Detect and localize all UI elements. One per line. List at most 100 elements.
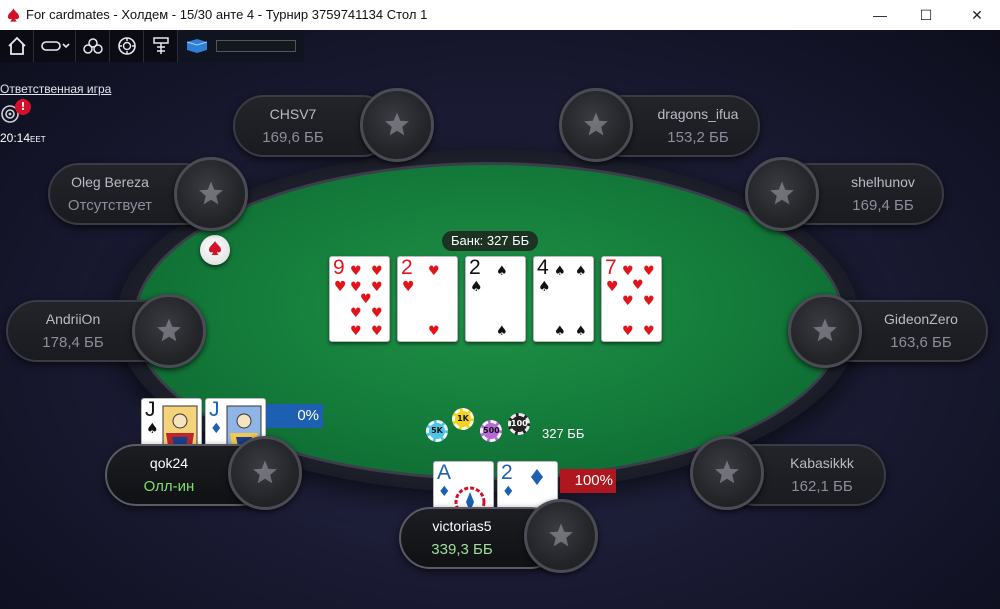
svg-text:♥: ♥ — [643, 264, 655, 279]
battery-icon — [186, 39, 208, 53]
card-rank: J — [209, 398, 220, 421]
player-avatar — [524, 499, 598, 573]
svg-text:♥: ♥ — [371, 280, 383, 295]
maximize-button[interactable]: ☐ — [903, 0, 949, 30]
svg-text:♥: ♥ — [428, 324, 440, 339]
star-avatar-icon — [199, 181, 223, 205]
svg-text:♠: ♠ — [554, 324, 566, 339]
svg-text:♠: ♠ — [575, 324, 587, 339]
player-avatar — [559, 88, 633, 162]
star-avatar-icon — [157, 318, 181, 342]
star-avatar-icon — [813, 318, 837, 342]
player-avatar — [788, 294, 862, 368]
svg-text:♠: ♠ — [496, 324, 508, 339]
board-card-4: 4 ♠ ♠ ♠ ♠ ♠ — [533, 256, 594, 342]
heart-pips-icon: ♥♥ — [428, 264, 440, 339]
cards-button[interactable] — [76, 30, 110, 62]
heart-icon: ♥ — [402, 279, 415, 295]
svg-text:♥: ♥ — [350, 306, 362, 321]
time-bank-indicator — [178, 30, 304, 62]
player-avatar — [360, 88, 434, 162]
lobby-home-button[interactable] — [0, 30, 34, 62]
board-card-3: 2 ♠ ♠ ♠ — [465, 256, 526, 342]
player-avatar — [745, 157, 819, 231]
pot-total: Банк: 327 ББ — [442, 231, 539, 251]
svg-text:♥: ♥ — [632, 278, 644, 293]
dealer-button — [200, 235, 230, 265]
svg-text:♥: ♥ — [622, 294, 634, 309]
pokerstars-logo-icon — [7, 8, 20, 22]
svg-text:♠: ♠ — [496, 264, 508, 279]
star-avatar-icon — [584, 112, 608, 136]
pokerstars-spade-icon — [209, 241, 221, 255]
star-avatar-icon — [770, 181, 794, 205]
chip-500: 500 — [480, 420, 502, 442]
svg-text:♥: ♥ — [622, 324, 634, 339]
svg-text:♥: ♥ — [350, 264, 362, 279]
svg-text:♥: ♥ — [371, 264, 383, 279]
heart-icon: ♥ — [334, 279, 347, 295]
clock-timezone: EET — [30, 135, 46, 144]
alert-badge[interactable]: ! — [15, 99, 31, 115]
card-rank: 9 — [333, 256, 345, 279]
card-rank: 2 — [401, 256, 413, 279]
spade-icon: ♠ — [470, 279, 483, 295]
svg-text:♥: ♥ — [622, 264, 634, 279]
star-avatar-icon — [385, 112, 409, 136]
svg-text:♥: ♥ — [428, 264, 440, 279]
clock-time: 20:14 — [0, 131, 31, 145]
clock: 20:14EET — [0, 131, 46, 145]
poker-table-area: Ответственная игра ! 20:14EET Банк: 327 … — [0, 30, 1000, 609]
svg-text:♥: ♥ — [360, 292, 372, 307]
player-avatar — [228, 436, 302, 510]
diamond-icon: ♦ — [502, 484, 515, 500]
spade-pips-icon: ♠♠ — [496, 264, 508, 339]
chip-5k: 5K — [426, 420, 448, 442]
board-card-2: 2 ♥ ♥ ♥ — [397, 256, 458, 342]
time-bank-bar — [216, 40, 296, 52]
player-avatar — [174, 157, 248, 231]
tournament-lobby-button[interactable] — [144, 30, 178, 62]
window-title: For cardmates - Холдем - 15/30 анте 4 - … — [26, 7, 428, 22]
lobby-icon — [152, 37, 169, 54]
spade-icon: ♠ — [146, 421, 159, 437]
spade-icon: ♠ — [538, 279, 551, 295]
star-avatar-icon — [715, 460, 739, 484]
diamond-icon: ♦ — [210, 421, 223, 437]
equity-percentage: 100% — [560, 469, 616, 493]
card-rank: 2 — [501, 461, 513, 484]
equity-percentage: 0% — [266, 404, 323, 428]
heart-pips-icon: ♥ ♥ ♥ ♥ ♥ ♥ ♥ — [622, 264, 655, 339]
svg-text:♥: ♥ — [350, 324, 362, 339]
card-rank: A — [437, 461, 452, 484]
diamond-pip-icon — [531, 469, 543, 485]
svg-text:♥: ♥ — [643, 324, 655, 339]
responsible-gaming-link[interactable]: Ответственная игра — [0, 82, 111, 96]
board-card-5: 7 ♥ ♥ ♥ ♥ ♥ ♥ ♥ ♥ — [601, 256, 662, 342]
rebuy-chips-button[interactable] — [110, 30, 144, 62]
view-toggle-icon — [40, 41, 70, 51]
heart-pips-icon: ♥ ♥ ♥ ♥ ♥ ♥ ♥ ♥ ♥ — [350, 264, 383, 339]
svg-text:♠: ♠ — [575, 264, 587, 279]
board-card-1: 9 ♥ ♥ ♥ ♥ ♥ ♥ ♥ ♥ ♥ ♥ — [329, 256, 390, 342]
star-avatar-icon — [253, 460, 277, 484]
svg-text:♠: ♠ — [554, 264, 566, 279]
diamond-icon: ♦ — [438, 484, 451, 500]
minimize-button[interactable]: — — [857, 0, 903, 30]
chip-100: 100 — [508, 413, 530, 435]
poker-chip-icon — [117, 37, 136, 55]
table-toolbar — [0, 30, 304, 62]
player-avatar — [690, 436, 764, 510]
home-icon — [7, 36, 26, 55]
card-rank: 4 — [537, 256, 549, 279]
view-toggle-button[interactable] — [34, 30, 76, 62]
star-avatar-icon — [549, 523, 573, 547]
card-rank: 7 — [605, 256, 617, 279]
card-rank: 2 — [469, 256, 481, 279]
close-button[interactable]: ✕ — [954, 0, 1000, 30]
svg-text:♥: ♥ — [371, 324, 383, 339]
window-title-bar: For cardmates - Холдем - 15/30 анте 4 - … — [0, 0, 1000, 30]
chip-1k: 1K — [452, 408, 474, 430]
heart-icon: ♥ — [606, 279, 619, 295]
player-avatar — [132, 294, 206, 368]
